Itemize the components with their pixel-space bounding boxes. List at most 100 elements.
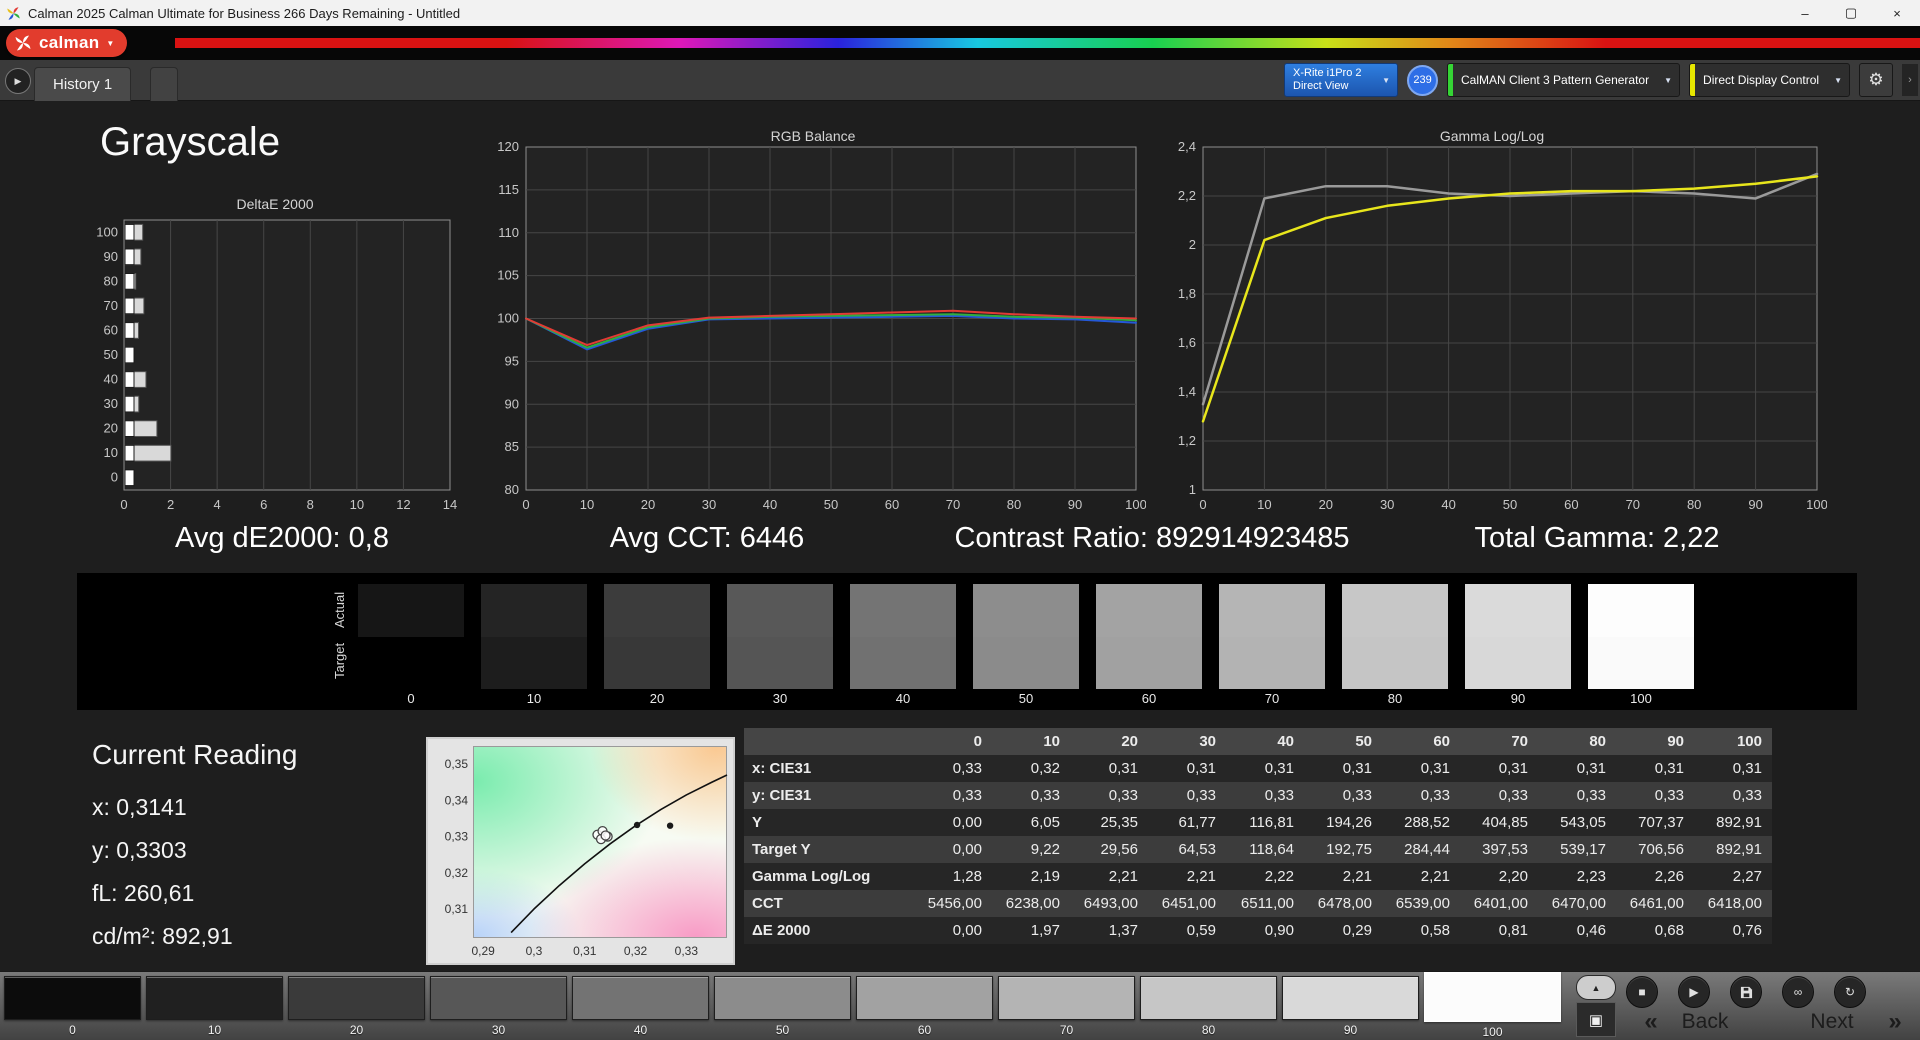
play-button[interactable]: ▶ bbox=[1678, 976, 1710, 1008]
svg-text:2: 2 bbox=[167, 497, 174, 512]
svg-text:60: 60 bbox=[104, 322, 118, 337]
svg-text:4: 4 bbox=[214, 497, 221, 512]
calman-logo-menu[interactable]: calman ▼ bbox=[6, 29, 128, 57]
chevron-down-icon: ▼ bbox=[1834, 75, 1842, 85]
table-cell: 0,33 bbox=[1148, 782, 1226, 809]
svg-text:90: 90 bbox=[104, 249, 118, 264]
next-chevrons-icon[interactable]: » bbox=[1882, 1008, 1908, 1036]
chevron-down-icon: ▼ bbox=[1664, 75, 1673, 85]
pattern-swatch-button[interactable]: 40 bbox=[572, 976, 709, 1039]
current-reading-fl: fL: 260,61 bbox=[92, 880, 195, 906]
svg-text:70: 70 bbox=[104, 298, 118, 313]
next-button[interactable]: Next bbox=[1795, 1008, 1869, 1036]
table-header-row: 0 10 20 30 40 50 60 70 80 90 100 bbox=[744, 728, 1772, 755]
current-reading-y: y: 0,3303 bbox=[92, 837, 187, 863]
pattern-swatch-button[interactable]: 80 bbox=[1140, 976, 1277, 1039]
table-cell: 2,27 bbox=[1694, 863, 1772, 890]
ramp-actual-half bbox=[973, 584, 1079, 637]
ramp-actual-label: Actual bbox=[332, 591, 347, 629]
table-cell: 2,21 bbox=[1304, 863, 1382, 890]
table-row-label: Gamma Log/Log bbox=[744, 863, 914, 890]
ramp-target-half bbox=[727, 636, 833, 689]
table-row: Gamma Log/Log 1,28 2,19 2,21 2,21 2,22 2,21 2,2… bbox=[744, 863, 1772, 890]
minimize-button[interactable]: – bbox=[1782, 0, 1828, 26]
table-row: Target Y 0,00 9,22 29,56 64,53 118,64 192,75 28… bbox=[744, 836, 1772, 863]
table-cell: 6418,00 bbox=[1694, 890, 1772, 917]
back-button[interactable]: Back bbox=[1668, 1008, 1742, 1036]
svg-text:10: 10 bbox=[1257, 497, 1271, 512]
table-cell: 64,53 bbox=[1148, 836, 1226, 863]
new-tab-button[interactable] bbox=[150, 67, 178, 101]
tab-scroll-button[interactable]: ▶ bbox=[5, 68, 31, 94]
ramp-swatch: 30 bbox=[727, 584, 833, 706]
table-cell: 6238,00 bbox=[992, 890, 1070, 917]
table-cell: 6,05 bbox=[992, 809, 1070, 836]
pattern-swatch-button[interactable]: 60 bbox=[856, 976, 993, 1039]
svg-text:6: 6 bbox=[260, 497, 267, 512]
table-row: x: CIE31 0,33 0,32 0,31 0,31 0,31 0,31 0,31 0,31… bbox=[744, 755, 1772, 782]
panel-handle[interactable]: › bbox=[1902, 64, 1918, 96]
ramp-target-half bbox=[1465, 636, 1571, 689]
ramp-level-label: 20 bbox=[649, 691, 665, 706]
ramp-actual-half bbox=[481, 584, 587, 637]
ramp-level-label: 10 bbox=[526, 691, 542, 706]
table-column-header: 30 bbox=[1148, 728, 1226, 755]
pattern-swatch-button[interactable]: 20 bbox=[288, 976, 425, 1039]
app-window: Calman 2025 Calman Ultimate for Business… bbox=[0, 0, 1920, 1040]
table-cell: 192,75 bbox=[1304, 836, 1382, 863]
stop-button[interactable]: ■ bbox=[1626, 976, 1658, 1008]
svg-text:30: 30 bbox=[702, 497, 716, 512]
settings-button[interactable]: ⚙ bbox=[1859, 63, 1893, 97]
ramp-target-label: Target bbox=[332, 642, 347, 680]
svg-text:80: 80 bbox=[104, 273, 118, 288]
pattern-window-button[interactable]: ▣ bbox=[1576, 1002, 1616, 1037]
svg-text:1,8: 1,8 bbox=[1178, 286, 1196, 301]
ramp-level-label: 60 bbox=[1141, 691, 1157, 706]
meter-select[interactable]: X-Rite i1Pro 2 Direct View ▼ bbox=[1284, 63, 1399, 97]
meter-reads-badge[interactable]: 239 bbox=[1407, 64, 1439, 96]
svg-text:0,31: 0,31 bbox=[573, 944, 597, 958]
pattern-swatch-button[interactable]: 30 bbox=[430, 976, 567, 1039]
pattern-generator-select[interactable]: CalMAN Client 3 Pattern Generator ▼ bbox=[1447, 63, 1681, 97]
save-button[interactable] bbox=[1730, 976, 1762, 1008]
display-control-select[interactable]: Direct Display Control ▼ bbox=[1689, 63, 1850, 97]
svg-text:40: 40 bbox=[763, 497, 777, 512]
tab-bar: ▶ History 1 X-Rite i1Pro 2 Direct View ▼… bbox=[0, 60, 1920, 101]
pattern-swatch-button[interactable]: 90 bbox=[1282, 976, 1419, 1039]
table-row-label: Y bbox=[744, 809, 914, 836]
pattern-swatch bbox=[1282, 976, 1419, 1020]
scroll-up-button[interactable]: ▲ bbox=[1576, 975, 1616, 1000]
ramp-level-label: 100 bbox=[1630, 691, 1652, 706]
table-cell: 2,26 bbox=[1616, 863, 1694, 890]
svg-text:0,33: 0,33 bbox=[675, 944, 699, 958]
ramp-swatch: 100 bbox=[1588, 584, 1694, 706]
infinity-icon: ∞ bbox=[1793, 985, 1803, 999]
table-cell: 6539,00 bbox=[1382, 890, 1460, 917]
maximize-button[interactable]: ▢ bbox=[1828, 0, 1874, 26]
meter-labels: X-Rite i1Pro 2 Direct View bbox=[1293, 67, 1362, 92]
svg-text:12: 12 bbox=[396, 497, 410, 512]
table-cell: 0,31 bbox=[1616, 755, 1694, 782]
tab-history-1[interactable]: History 1 bbox=[34, 67, 132, 101]
pattern-swatch-button[interactable]: 10 bbox=[146, 976, 283, 1039]
pattern-swatch-button[interactable]: 50 bbox=[714, 976, 851, 1039]
rainbow-strip bbox=[175, 38, 1920, 48]
pattern-swatch-button[interactable]: 70 bbox=[998, 976, 1135, 1039]
table-cell: 706,56 bbox=[1616, 836, 1694, 863]
back-chevrons-icon[interactable]: « bbox=[1638, 1008, 1664, 1036]
table-cell: 61,77 bbox=[1148, 809, 1226, 836]
svg-text:90: 90 bbox=[1068, 497, 1082, 512]
pattern-swatch-button[interactable]: 0 bbox=[4, 976, 141, 1039]
svg-text:0,34: 0,34 bbox=[445, 793, 469, 807]
current-reading-cdm2: cd/m²: 892,91 bbox=[92, 923, 233, 949]
svg-text:8: 8 bbox=[307, 497, 314, 512]
refresh-button[interactable]: ↻ bbox=[1834, 976, 1866, 1008]
svg-text:1,6: 1,6 bbox=[1178, 335, 1196, 350]
link-button[interactable]: ∞ bbox=[1782, 976, 1814, 1008]
logo-text: calman bbox=[39, 33, 100, 52]
ramp-level-label: 80 bbox=[1387, 691, 1403, 706]
ramp-target-half bbox=[1219, 636, 1325, 689]
pattern-swatch-button[interactable]: 100 bbox=[1424, 972, 1561, 1039]
pattern-level-label: 10 bbox=[207, 1023, 222, 1037]
close-button[interactable]: × bbox=[1874, 0, 1920, 26]
